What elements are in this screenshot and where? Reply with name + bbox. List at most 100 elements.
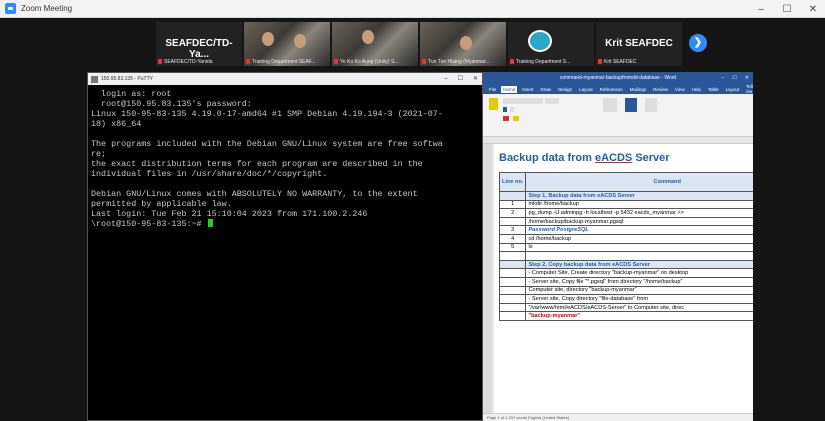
minimize-button[interactable]: – bbox=[755, 4, 767, 15]
terminal-output[interactable]: login as: root root@150.95.83.135's pass… bbox=[88, 85, 482, 233]
zoom-app-icon bbox=[5, 3, 16, 14]
ribbon-tab[interactable]: Mailings bbox=[628, 86, 649, 93]
command-cell: Step 2, Copy backup data from eACDS Serv… bbox=[525, 259, 753, 270]
participant-caption: Ye Ko Ko Aung (Unity) S... bbox=[334, 59, 398, 65]
putty-maximize-button[interactable]: ☐ bbox=[458, 73, 463, 85]
ribbon-tab[interactable]: Insert bbox=[520, 86, 535, 93]
line-number-cell bbox=[498, 251, 527, 261]
table-header-command: Command bbox=[525, 172, 753, 192]
participant-face bbox=[262, 32, 274, 46]
participant-tile[interactable]: Krit SEAFDEC Krit SEAFDEC bbox=[596, 22, 682, 66]
ribbon-tab[interactable]: File bbox=[487, 86, 498, 93]
terminal-line: 18) x86_64 bbox=[91, 119, 142, 129]
line-number-cell bbox=[498, 302, 527, 313]
line-number-cell: 2 bbox=[498, 208, 527, 218]
putty-minimize-button[interactable]: – bbox=[444, 73, 447, 85]
participant-name: Krit SEAFDEC bbox=[605, 38, 673, 49]
terminal-line: re; bbox=[91, 149, 107, 159]
command-cell: /home/backup/backup-myanmar.pgsql bbox=[525, 216, 753, 227]
table-row: 3 Password PostgreSQL bbox=[498, 225, 753, 235]
terminal-line: Last login: Tue Feb 21 15:10:04 2023 fro… bbox=[91, 209, 368, 219]
styles-icon[interactable] bbox=[625, 98, 637, 112]
seafdec-logo-icon bbox=[528, 30, 552, 52]
table-row bbox=[498, 251, 753, 261]
participant-tile[interactable]: Ye Ko Ko Aung (Unity) S... bbox=[332, 22, 418, 66]
highlight-icon[interactable] bbox=[513, 116, 519, 121]
terminal-line: Debian GNU/Linux comes with ABSOLUTELY N… bbox=[91, 189, 418, 199]
ribbon-tab[interactable]: Design bbox=[556, 86, 574, 93]
line-number-cell bbox=[498, 276, 527, 287]
terminal-line: individual files in /usr/share/doc/*/cop… bbox=[91, 169, 328, 179]
word-close-button[interactable]: ✕ bbox=[745, 72, 749, 84]
participant-caption: Training Department SEAF... bbox=[246, 59, 315, 65]
window-title: Zoom Meeting bbox=[21, 4, 73, 13]
table-header-line-no: Line no. bbox=[498, 172, 527, 192]
mic-muted-icon bbox=[334, 59, 338, 65]
ribbon-tab[interactable]: Table bbox=[706, 86, 721, 93]
table-row: Step 2, Copy backup data from eACDS Serv… bbox=[498, 259, 753, 270]
line-number-cell bbox=[498, 311, 527, 321]
table-row: 2 pg_dump -U adminpg -h localhost -p 5432… bbox=[498, 208, 753, 218]
line-number-cell bbox=[498, 294, 527, 304]
ribbon-tab[interactable]: References bbox=[598, 86, 625, 93]
ribbon-tab[interactable]: Home bbox=[501, 85, 518, 93]
ribbon-tab[interactable]: Layout bbox=[577, 86, 595, 93]
participant-name: SEAFDEC/TD-Ya... bbox=[165, 38, 233, 60]
ribbon-tab[interactable]: Draw bbox=[539, 86, 554, 93]
next-page-button[interactable]: ❯ bbox=[689, 34, 707, 52]
line-number-cell bbox=[498, 268, 527, 278]
mic-muted-icon bbox=[598, 59, 602, 65]
participant-tile[interactable]: Tun Tun Hlaing (Myanmar... bbox=[420, 22, 506, 66]
command-cell: - Server site, Copy directory "file-data… bbox=[525, 294, 753, 304]
maximize-button[interactable]: ☐ bbox=[781, 4, 793, 15]
word-title: command-myanmar-backupfromdd-database - … bbox=[559, 75, 677, 81]
terminal-prompt: \root@150-95-83-135:~# bbox=[91, 219, 207, 229]
putty-close-button[interactable]: ✕ bbox=[473, 73, 478, 85]
terminal-line: Linux 150-95-83-135 4.19.0-17-amd64 #1 S… bbox=[91, 109, 443, 119]
word-minimize-button[interactable]: – bbox=[722, 72, 725, 84]
table-row: /home/backup/backup-myanmar.pgsql bbox=[498, 216, 753, 227]
line-number-cell: 3 bbox=[498, 225, 527, 235]
ribbon-tab[interactable]: Review bbox=[651, 86, 670, 93]
putty-window[interactable]: 150.95.83.135 - PuTTY – ☐ ✕ login as: ro… bbox=[87, 72, 483, 421]
font-size-box[interactable] bbox=[545, 98, 559, 104]
table-row: Step 1, Backup data from eACDS Server bbox=[498, 191, 753, 201]
bold-icon[interactable] bbox=[503, 107, 507, 112]
participant-tile[interactable]: SEAFDEC/TD-Ya... SEAFDEC/TD-Yanida bbox=[156, 22, 242, 66]
font-name-box[interactable] bbox=[503, 98, 543, 104]
document-page[interactable]: Backup data from eACDS Server Line no. C… bbox=[494, 144, 753, 413]
italic-icon[interactable] bbox=[510, 107, 514, 112]
editing-icon[interactable] bbox=[645, 98, 657, 112]
close-button[interactable]: ✕ bbox=[807, 4, 819, 15]
paragraph-icon[interactable] bbox=[603, 98, 617, 112]
table-row: 4 cd /home/backup bbox=[498, 233, 753, 244]
document-area: Backup data from eACDS Server Line no. C… bbox=[483, 144, 753, 413]
terminal-cursor bbox=[207, 219, 213, 227]
word-title-bar: command-myanmar-backupfromdd-database - … bbox=[483, 72, 753, 84]
command-cell: Step 1, Backup data from eACDS Server bbox=[525, 191, 753, 201]
ribbon-tab[interactable]: Layout bbox=[724, 86, 742, 93]
ribbon-tab[interactable]: View bbox=[673, 86, 687, 93]
terminal-icon bbox=[91, 75, 98, 83]
font-color-icon[interactable] bbox=[503, 116, 509, 121]
line-number-cell: 4 bbox=[498, 233, 527, 244]
table-row: - Server site, Copy file "*.pgsql" from … bbox=[498, 276, 753, 287]
paste-icon[interactable] bbox=[489, 98, 498, 110]
participant-caption: Tun Tun Hlaing (Myanmar... bbox=[422, 59, 490, 65]
participant-face bbox=[362, 30, 374, 44]
command-cell: pg_dump -U adminpg -h localhost -p 5432 … bbox=[525, 208, 753, 218]
participant-tile[interactable]: Training Department SEAF... bbox=[244, 22, 330, 66]
shared-screen: 150.95.83.135 - PuTTY – ☐ ✕ login as: ro… bbox=[87, 72, 753, 421]
command-cell: Password PostgreSQL bbox=[525, 225, 753, 235]
putty-title-bar: 150.95.83.135 - PuTTY – ☐ ✕ bbox=[88, 73, 482, 85]
participant-caption: Training Department S... bbox=[510, 59, 570, 65]
word-maximize-button[interactable]: ☐ bbox=[732, 72, 736, 84]
participant-tile[interactable]: Training Department S... bbox=[508, 22, 594, 66]
terminal-line: root@150.95.83.135's password: bbox=[91, 99, 252, 109]
mic-muted-icon bbox=[422, 59, 426, 65]
line-number-cell: 5 bbox=[498, 242, 527, 253]
ribbon-tab[interactable]: Help bbox=[690, 86, 703, 93]
word-window[interactable]: command-myanmar-backupfromdd-database - … bbox=[483, 72, 753, 421]
command-cell: "/var/www/html/eACDS/eACDS-Server" to Co… bbox=[525, 302, 753, 313]
